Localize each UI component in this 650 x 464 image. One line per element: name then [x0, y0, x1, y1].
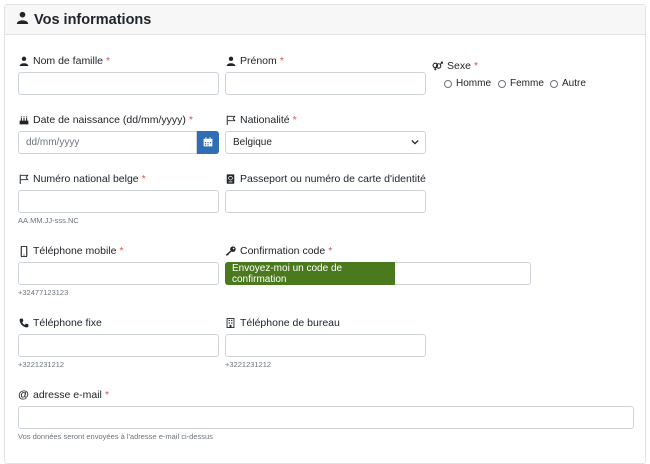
panel-title: Vos informations [34, 11, 152, 28]
sex-option-autre[interactable]: Autre [550, 78, 586, 89]
confirmation-label: Confirmation code * [225, 245, 332, 257]
landline-input[interactable] [18, 334, 219, 357]
firstname-input[interactable] [225, 72, 426, 95]
national-number-help: AA.MM.JJ-sss.NC [18, 216, 79, 225]
passport-label: Passeport ou numéro de carte d'identité [225, 173, 426, 185]
landline-label: Téléphone fixe [18, 317, 102, 329]
calendar-button[interactable] [197, 131, 219, 154]
key-icon [225, 246, 236, 257]
email-input[interactable] [18, 406, 634, 429]
send-confirmation-code-button[interactable]: Envoyez-moi un code de confirmation [225, 262, 395, 285]
sex-option-femme[interactable]: Femme [498, 78, 544, 89]
mobile-phone-icon [18, 245, 29, 257]
mobile-label: Téléphone mobile * [18, 245, 124, 257]
calendar-icon [203, 134, 213, 152]
national-number-label: Numéro national belge * [18, 173, 146, 185]
landline-help: +3221231212 [18, 360, 65, 369]
at-icon: @ [18, 389, 29, 401]
mobile-input[interactable] [18, 262, 219, 285]
chevron-down-icon [411, 138, 419, 149]
nationality-label: Nationalité * [225, 114, 297, 126]
panel-header: Vos informations [5, 5, 645, 35]
user-icon [16, 11, 29, 29]
national-number-input[interactable] [18, 190, 219, 213]
lastname-label: Nom de famille * [18, 55, 110, 67]
passport-input[interactable] [225, 190, 426, 213]
email-help: Vos données seront envoyées à l'adresse … [18, 432, 213, 441]
gender-icon [432, 61, 443, 72]
phone-icon [18, 318, 29, 329]
user-icon [18, 56, 29, 67]
office-phone-input[interactable] [225, 334, 426, 357]
email-label: @ adresse e-mail * [18, 389, 109, 401]
flag-icon [18, 174, 29, 185]
building-icon [225, 318, 236, 329]
office-phone-label: Téléphone de bureau [225, 317, 340, 329]
birthday-cake-icon [18, 115, 29, 126]
nationality-select[interactable]: Belgique [225, 131, 426, 154]
passport-icon [225, 174, 236, 185]
mobile-help: +32477123123 [18, 288, 69, 297]
firstname-label: Prénom * [225, 55, 284, 67]
user-icon [225, 56, 236, 67]
flag-icon [225, 115, 236, 126]
office-phone-help: +3221231212 [225, 360, 272, 369]
lastname-input[interactable] [18, 72, 219, 95]
sex-option-homme[interactable]: Homme [444, 78, 491, 89]
birthdate-input[interactable]: dd/mm/yyyy [18, 131, 197, 154]
birthdate-label: Date de naissance (dd/mm/yyyy) * [18, 114, 193, 126]
sex-label: Sexe * [432, 60, 478, 72]
